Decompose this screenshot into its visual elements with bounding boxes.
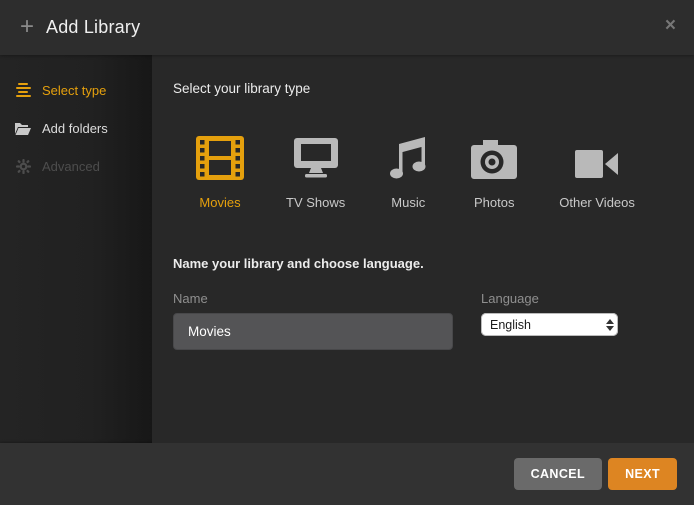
type-option-label: Movies	[199, 195, 240, 210]
language-select[interactable]: English	[481, 313, 618, 336]
type-option-label: TV Shows	[286, 195, 345, 210]
type-bars-icon	[14, 82, 32, 98]
sidebar-item-add-folders[interactable]: Add folders	[0, 109, 152, 147]
gear-icon	[14, 158, 32, 174]
close-icon[interactable]: ×	[665, 16, 676, 35]
wizard-sidebar: Select type Add folders	[0, 55, 152, 443]
select-stepper-icon	[606, 319, 614, 331]
dialog-header: + Add Library ×	[0, 0, 694, 55]
sidebar-item-label: Advanced	[42, 159, 100, 174]
type-option-other-videos[interactable]: Other Videos	[559, 134, 635, 210]
dialog-footer: CANCEL NEXT	[0, 443, 694, 505]
film-strip-icon	[196, 134, 244, 180]
language-label: Language	[481, 291, 621, 306]
cancel-button[interactable]: CANCEL	[514, 458, 602, 490]
select-type-panel: Select your library type	[152, 55, 694, 443]
dialog-title: Add Library	[46, 17, 140, 38]
type-option-music[interactable]: Music	[387, 134, 429, 210]
folder-open-icon	[14, 120, 32, 136]
type-option-photos[interactable]: Photos	[471, 134, 517, 210]
type-option-movies[interactable]: Movies	[196, 134, 244, 210]
music-note-icon	[387, 134, 429, 180]
language-field-group: Language English	[481, 291, 621, 350]
next-button[interactable]: NEXT	[608, 458, 677, 490]
section-title: Select your library type	[173, 81, 694, 96]
tv-icon	[291, 134, 341, 180]
name-field-group: Name	[173, 291, 453, 350]
type-option-label: Other Videos	[559, 195, 635, 210]
sidebar-item-advanced: Advanced	[0, 147, 152, 185]
type-option-label: Music	[391, 195, 425, 210]
sidebar-item-label: Select type	[42, 83, 106, 98]
language-select-value: English	[490, 318, 531, 332]
plus-icon: +	[20, 15, 34, 39]
type-option-tv-shows[interactable]: TV Shows	[286, 134, 345, 210]
library-name-input[interactable]	[173, 313, 453, 350]
name-label: Name	[173, 291, 453, 306]
add-library-dialog: + Add Library × Select type Add folders	[0, 0, 694, 505]
sidebar-item-select-type[interactable]: Select type	[0, 71, 152, 109]
sidebar-item-label: Add folders	[42, 121, 108, 136]
form-heading: Name your library and choose language.	[173, 256, 694, 271]
video-camera-icon	[575, 134, 619, 180]
camera-icon	[471, 134, 517, 180]
library-form: Name Language English	[173, 291, 694, 350]
library-type-picker: Movies TV Shows	[196, 134, 694, 210]
type-option-label: Photos	[474, 195, 514, 210]
